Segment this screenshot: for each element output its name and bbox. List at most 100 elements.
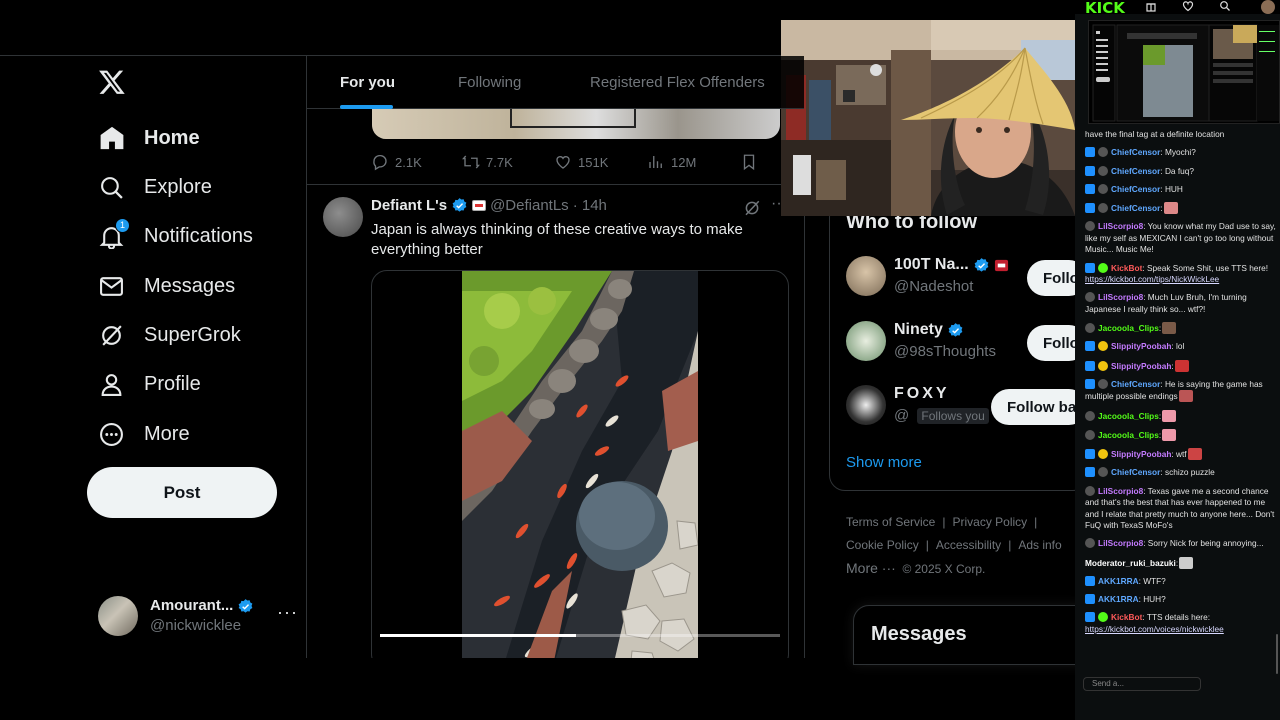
- mod-badge-icon: [1085, 262, 1095, 273]
- repost-icon: [462, 155, 480, 169]
- nav-more[interactable]: More: [98, 414, 190, 454]
- chat-username[interactable]: KickBot: [1111, 612, 1142, 622]
- chat-username[interactable]: AKK1RRA: [1098, 594, 1139, 604]
- chat-text: :: [1171, 360, 1174, 371]
- stream-preview-thumbnail[interactable]: [1088, 20, 1280, 124]
- chat-username[interactable]: SlippityPoobah: [1111, 361, 1171, 371]
- nav-explore[interactable]: Explore: [98, 167, 212, 207]
- repost-count: 7.7K: [486, 154, 513, 170]
- chat-username[interactable]: AKK1RRA: [1098, 576, 1139, 586]
- usr-badge-icon: [1085, 221, 1095, 232]
- chat-username[interactable]: Jacooola_Clips: [1098, 323, 1159, 333]
- chat-username[interactable]: SlippityPoobah: [1111, 449, 1171, 459]
- follow-suggestion[interactable]: FOXY @ Follows you Follow bac: [846, 385, 1087, 429]
- chat-username[interactable]: ChiefCensor: [1111, 203, 1160, 213]
- chat-link[interactable]: https://kickbot.com/voices/nickwicklee: [1085, 624, 1224, 634]
- webcam-overlay: [781, 20, 1075, 216]
- emote-icon: [1162, 322, 1177, 334]
- tweet-avatar[interactable]: [323, 197, 363, 237]
- suggestion-handle: @Nadeshot: [894, 278, 974, 295]
- chat-username[interactable]: ChiefCensor: [1111, 379, 1160, 389]
- chat-text: : schizo puzzle: [1160, 467, 1215, 478]
- nav-notifications[interactable]: 1 Notifications: [98, 216, 253, 256]
- chat-username[interactable]: ChiefCensor: [1111, 147, 1160, 157]
- chat-username[interactable]: SlippityPoobah: [1111, 341, 1171, 351]
- send-message-input[interactable]: Send a...: [1083, 677, 1201, 691]
- chat-username[interactable]: ChiefCensor: [1111, 184, 1160, 194]
- chat-link[interactable]: https://kickbot.com/tips/NickWickLee: [1085, 274, 1219, 284]
- kick-chat-panel: KICK have the final tag at a definite lo…: [1075, 0, 1280, 720]
- previous-tweet-actions: 2.1K 7.7K 151K 12M: [371, 152, 791, 172]
- affiliate-badge-icon: [994, 259, 1008, 271]
- chat-scrollbar[interactable]: [1276, 634, 1278, 674]
- footer-link[interactable]: Ads info: [1018, 538, 1061, 552]
- show-more-link[interactable]: Show more: [846, 454, 922, 471]
- tab-registered-flex-offenders[interactable]: Registered Flex Offenders: [590, 74, 765, 91]
- account-more-icon[interactable]: ···: [277, 602, 298, 623]
- search-icon[interactable]: [1219, 0, 1231, 12]
- tweet-handle[interactable]: @DefiantLs: [490, 197, 569, 214]
- tab-following[interactable]: Following: [458, 74, 521, 91]
- tweet-display-name[interactable]: Defiant L's: [371, 197, 447, 214]
- suggestion-handle: @: [894, 407, 910, 424]
- account-switcher[interactable]: Amourant... @nickwicklee ···: [98, 594, 298, 638]
- usr-badge-icon: [1085, 323, 1095, 333]
- chat-username[interactable]: ChiefCensor: [1111, 166, 1160, 176]
- like-button[interactable]: 151K: [554, 153, 647, 171]
- heart-icon[interactable]: [1182, 0, 1194, 12]
- chat-username[interactable]: LilScorpio8: [1098, 221, 1143, 231]
- video-progress-bar[interactable]: [380, 634, 780, 637]
- post-button[interactable]: Post: [87, 467, 277, 518]
- chat-username[interactable]: Jacooola_Clips: [1098, 430, 1159, 440]
- footer-link[interactable]: Privacy Policy: [952, 515, 1027, 529]
- chat-username[interactable]: KickBot: [1111, 263, 1142, 273]
- avatar[interactable]: [1261, 0, 1275, 14]
- footer-link[interactable]: Accessibility: [936, 538, 1001, 552]
- chat-username[interactable]: Jacooola_Clips: [1098, 411, 1159, 421]
- account-display-name: Amourant...: [150, 597, 234, 614]
- avatar: [846, 385, 886, 425]
- repost-button[interactable]: 7.7K: [462, 153, 554, 171]
- nav-home[interactable]: Home: [98, 118, 200, 158]
- chat-username[interactable]: Moderator_ruki_bazuki: [1085, 558, 1176, 568]
- footer-link[interactable]: Terms of Service: [846, 515, 935, 529]
- chat-message: LilScorpio8: Texas gave me a second chan…: [1085, 485, 1277, 532]
- kick-logo[interactable]: KICK: [1085, 0, 1125, 17]
- gift-icon[interactable]: [1145, 0, 1157, 12]
- follow-suggestion[interactable]: 100T Na... @Nadeshot Follo: [846, 256, 1087, 300]
- tab-for-you[interactable]: For you: [340, 74, 395, 91]
- tweet[interactable]: Defiant L's @DefiantLs · 14h ··· Japan i…: [307, 185, 804, 658]
- bookmark-button[interactable]: [740, 153, 758, 171]
- nav-profile[interactable]: Profile: [98, 364, 201, 404]
- like-count: 151K: [578, 154, 609, 170]
- chat-username[interactable]: ChiefCensor: [1111, 467, 1160, 477]
- tweet-time[interactable]: · 14h: [573, 197, 607, 214]
- footer-links: Terms of Service | Privacy Policy | Cookie …: [846, 515, 1062, 576]
- nav-messages[interactable]: Messages: [98, 266, 235, 306]
- chat-text: :: [1158, 429, 1162, 440]
- x-logo-icon[interactable]: [98, 68, 128, 98]
- nav-supergrok[interactable]: SuperGrok: [98, 315, 241, 355]
- follow-suggestion[interactable]: Ninety @98sThoughts Follo: [846, 321, 1087, 365]
- chat-text: : Myochi?: [1160, 147, 1196, 158]
- previous-tweet-media[interactable]: [372, 109, 780, 139]
- messages-drawer[interactable]: Messages: [853, 605, 1093, 665]
- chat-message: Jacooola_Clips:: [1085, 409, 1277, 422]
- follow-back-button[interactable]: Follow bac: [991, 389, 1087, 425]
- chat-username[interactable]: LilScorpio8: [1098, 538, 1143, 548]
- views-button[interactable]: 12M: [647, 153, 740, 171]
- heart-icon: [556, 156, 570, 169]
- reply-button[interactable]: 2.1K: [371, 153, 462, 171]
- account-display-name-row: Amourant...: [150, 596, 254, 616]
- chat-username[interactable]: LilScorpio8: [1098, 486, 1143, 496]
- mod-badge-icon: [1085, 612, 1095, 623]
- footer-more[interactable]: More ···: [846, 560, 896, 576]
- grok-icon[interactable]: [743, 199, 761, 217]
- usr-badge-icon: [1085, 485, 1095, 496]
- chat-username[interactable]: LilScorpio8: [1098, 292, 1143, 302]
- verified-icon: [948, 322, 963, 337]
- picture-frame: [510, 109, 636, 128]
- footer-link[interactable]: Cookie Policy: [846, 538, 919, 552]
- tweet-video[interactable]: [371, 270, 789, 658]
- timeline-column: For you Following Registered Flex Offend…: [307, 56, 805, 658]
